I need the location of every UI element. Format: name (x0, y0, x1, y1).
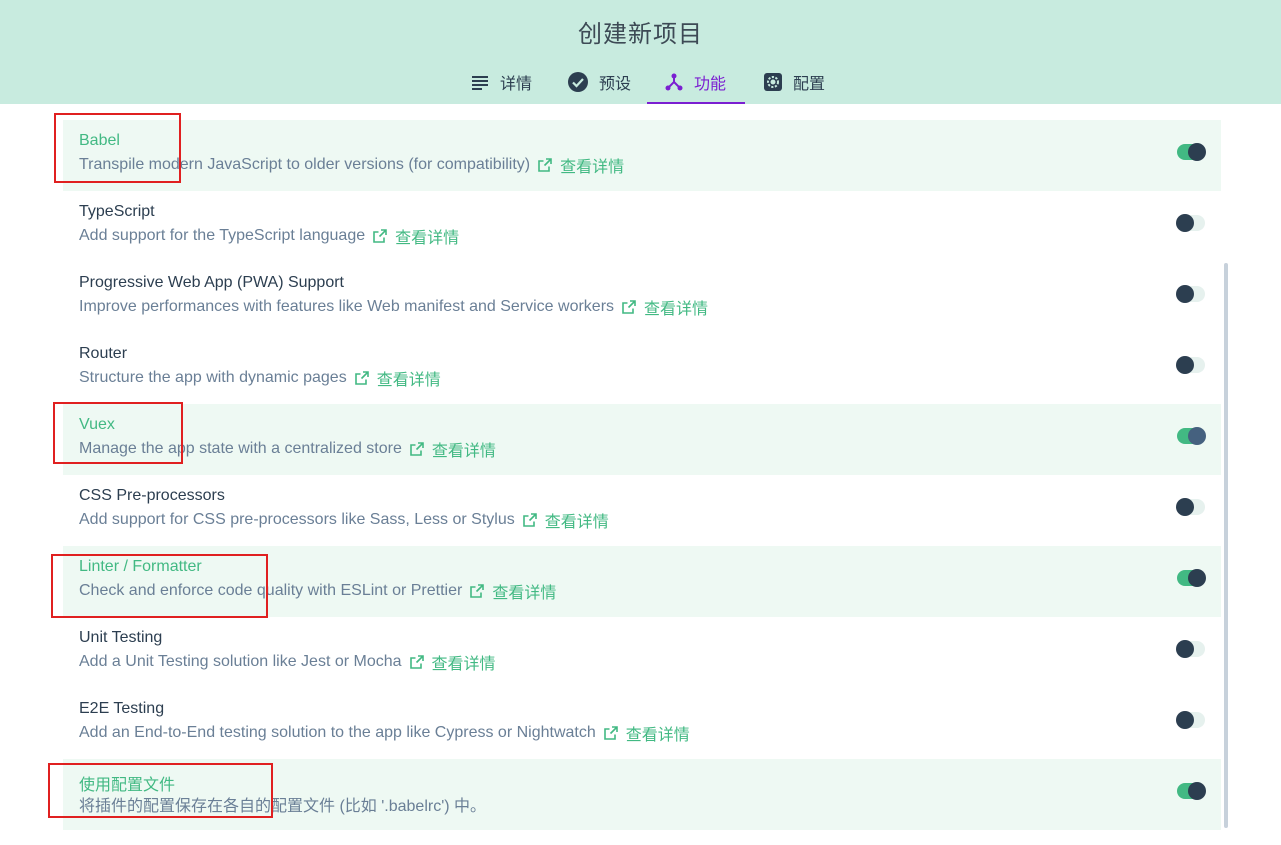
feature-row[interactable]: Linter / Formatter Check and enforce code… (63, 546, 1221, 617)
feature-description: Manage the app state with a centralized … (79, 440, 402, 457)
feature-toggle[interactable] (1177, 782, 1206, 800)
external-link-icon[interactable] (470, 584, 485, 598)
external-link-icon[interactable] (354, 371, 369, 385)
feature-name: Linter / Formatter (79, 558, 202, 575)
feature-row[interactable]: Progressive Web App (PWA) Support Improve… (63, 262, 1221, 333)
tab-label: 预设 (599, 76, 632, 93)
toggle-knob (1188, 143, 1206, 161)
toggle-knob (1176, 711, 1194, 729)
toggle-knob (1176, 214, 1194, 232)
feature-name: E2E Testing (79, 700, 165, 717)
feature-description-line: Improve performances with features like … (79, 295, 708, 319)
feature-toggle[interactable] (1177, 143, 1206, 161)
external-link-icon[interactable] (409, 655, 424, 669)
more-info-link[interactable]: 查看详情 (545, 508, 609, 532)
external-link-icon[interactable] (522, 513, 537, 527)
external-link-icon[interactable] (410, 442, 424, 456)
toggle-knob (1176, 498, 1194, 516)
toggle-knob (1176, 285, 1194, 303)
feature-row[interactable]: Babel Transpile modern JavaScript to olde… (63, 120, 1221, 191)
toggle-knob (1188, 569, 1206, 587)
tab-details[interactable]: 详情 (464, 62, 538, 102)
more-info-link[interactable]: 查看详情 (626, 721, 690, 745)
feature-description: Add support for the TypeScript language (79, 227, 366, 244)
tab-bar: 详情 预设 功能 配置 (0, 62, 1281, 104)
scrollbar[interactable] (1224, 263, 1228, 828)
tab-label: 配置 (793, 76, 826, 93)
feature-description: Check and enforce code quality with ESLi… (79, 582, 463, 599)
gear-icon (764, 73, 782, 91)
feature-toggle[interactable] (1176, 640, 1205, 658)
feature-row[interactable]: Router Structure the app with dynamic pag… (63, 333, 1221, 404)
more-info-link[interactable]: 查看详情 (492, 579, 556, 603)
tab-features[interactable]: 功能 (647, 62, 745, 104)
toggle-knob (1188, 782, 1206, 800)
external-link-icon[interactable] (538, 158, 552, 172)
feature-toggle[interactable] (1177, 569, 1206, 587)
feature-name: TypeScript (79, 203, 155, 220)
feature-description: Transpile modern JavaScript to older ver… (79, 156, 531, 173)
feature-row[interactable]: 使用配置文件 将插件的配置保存在各自的配置文件 (比如 '.babelrc') 中… (63, 759, 1221, 830)
feature-description-line: Add support for CSS pre-processors like … (79, 508, 609, 532)
more-info-link[interactable]: 查看详情 (432, 650, 496, 674)
feature-toggle[interactable] (1176, 711, 1205, 729)
feature-description-line: Add a Unit Testing solution like Jest or… (79, 650, 496, 674)
feature-toggle[interactable] (1176, 285, 1205, 303)
feature-name: Unit Testing (79, 629, 163, 646)
feature-description: Add an End-to-End testing solution to th… (79, 724, 596, 741)
feature-description-line: Transpile modern JavaScript to older ver… (79, 153, 624, 177)
feature-row[interactable]: E2E Testing Add an End-to-End testing sol… (63, 688, 1221, 759)
toggle-knob (1176, 640, 1194, 658)
fork-icon (665, 73, 683, 91)
tab-config[interactable]: 配置 (757, 62, 831, 102)
feature-description-line: Add an End-to-End testing solution to th… (79, 721, 690, 745)
toggle-knob (1188, 427, 1206, 445)
tab-label: 功能 (694, 76, 727, 93)
feature-description-line: Structure the app with dynamic pages 查看详情 (79, 366, 441, 390)
feature-description: Structure the app with dynamic pages (79, 369, 347, 386)
more-info-link[interactable]: 查看详情 (432, 437, 496, 461)
feature-name: Vuex (79, 416, 115, 433)
list-icon (472, 76, 488, 90)
feature-row[interactable]: Vuex Manage the app state with a centrali… (63, 404, 1221, 475)
feature-description-line: Check and enforce code quality with ESLi… (79, 579, 556, 603)
feature-description: 将插件的配置保存在各自的配置文件 (比如 '.babelrc') 中。 (79, 798, 487, 815)
feature-row[interactable]: CSS Pre-processors Add support for CSS pr… (63, 475, 1221, 546)
tab-presets[interactable]: 预设 (561, 62, 637, 102)
feature-toggle[interactable] (1176, 356, 1205, 374)
feature-description-line: 将插件的配置保存在各自的配置文件 (比如 '.babelrc') 中。 (79, 792, 486, 816)
feature-description-line: Add support for the TypeScript language 查… (79, 224, 459, 248)
external-link-icon[interactable] (373, 229, 387, 243)
external-link-icon[interactable] (622, 300, 636, 314)
feature-row[interactable]: TypeScript Add support for the TypeScript… (63, 191, 1221, 262)
more-info-link[interactable]: 查看详情 (644, 295, 708, 319)
external-link-icon[interactable] (603, 726, 618, 740)
more-info-link[interactable]: 查看详情 (377, 366, 441, 390)
feature-description: Improve performances with features like … (79, 298, 615, 315)
header: 创建新项目 详情 预设 功能 配置 (0, 0, 1281, 104)
feature-toggle[interactable] (1176, 214, 1205, 232)
feature-row[interactable]: Unit Testing Add a Unit Testing solution … (63, 617, 1221, 688)
feature-name: Babel (79, 132, 120, 149)
feature-description: Add a Unit Testing solution like Jest or… (79, 653, 402, 670)
feature-description-line: Manage the app state with a centralized … (79, 437, 496, 461)
feature-name: Progressive Web App (PWA) Support (79, 274, 344, 291)
more-info-link[interactable]: 查看详情 (560, 153, 624, 177)
feature-description: Add support for CSS pre-processors like … (79, 511, 515, 528)
more-info-link[interactable]: 查看详情 (395, 224, 459, 248)
feature-list: Babel Transpile modern JavaScript to olde… (63, 120, 1221, 830)
feature-name: Router (79, 345, 128, 362)
feature-toggle[interactable] (1177, 427, 1206, 445)
feature-toggle[interactable] (1176, 498, 1205, 516)
toggle-knob (1176, 356, 1194, 374)
page-title: 创建新项目 (578, 21, 703, 48)
check-circle-icon (568, 72, 588, 92)
feature-name: CSS Pre-processors (79, 487, 225, 504)
tab-label: 详情 (500, 76, 533, 93)
